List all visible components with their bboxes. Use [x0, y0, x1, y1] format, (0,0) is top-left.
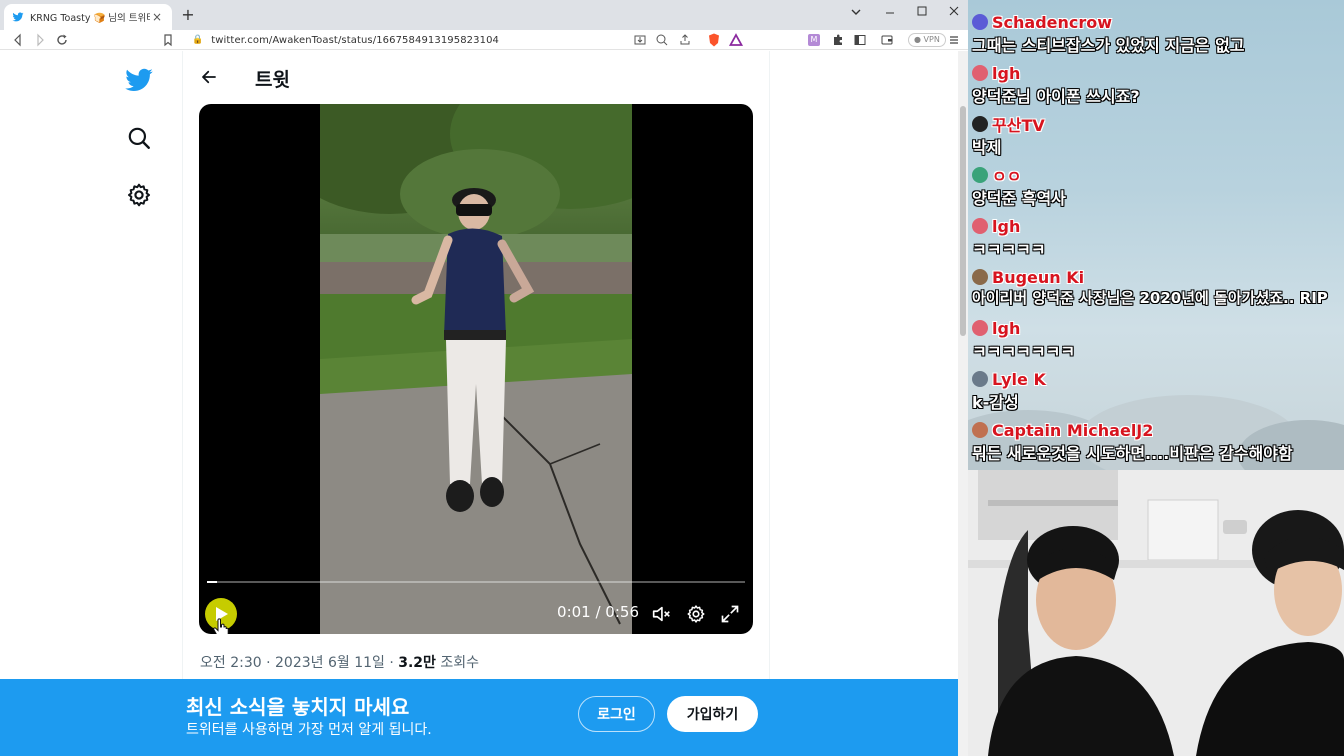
- vpn-button[interactable]: ● VPN: [908, 33, 946, 47]
- tweet-meta: 오전 2:30 · 2023년 6월 11일 · 3.2만 조회수: [200, 652, 479, 672]
- tab-search-chevron-icon[interactable]: [846, 6, 866, 20]
- chat-text: 양덕준님 아이폰 쓰시죠?: [972, 87, 1140, 106]
- settings-gear-icon[interactable]: [118, 174, 160, 216]
- chat-message: 꾸산TV 박제: [972, 114, 1344, 158]
- webcam-image: [968, 470, 1344, 756]
- chat-text: 그때는 스티브잡스가 있었지 지금은 없고: [972, 36, 1245, 55]
- twitter-favicon-icon: [12, 12, 24, 22]
- page-scrollbar[interactable]: [958, 51, 968, 756]
- chat-text: 박제: [972, 138, 1002, 157]
- video-time: 0:01 / 0:56: [557, 603, 639, 621]
- video-player[interactable]: 0:01 / 0:56: [199, 104, 753, 634]
- new-tab-button[interactable]: +: [180, 6, 196, 24]
- webcam-feed: [968, 470, 1344, 756]
- chat-username: Bugeun Ki: [992, 267, 1085, 287]
- chat-message: ㅇㅇ 양덕준 흑역사: [972, 165, 1344, 209]
- views-count: 3.2만: [398, 655, 436, 671]
- stream-chat: Schadencrow 그때는 스티브잡스가 있었지 지금은 없고 lgh 양덕…: [968, 0, 1344, 470]
- share-icon[interactable]: [677, 32, 693, 48]
- back-arrow-icon[interactable]: [195, 63, 223, 91]
- fullscreen-icon[interactable]: [717, 601, 743, 627]
- search-icon[interactable]: [118, 117, 160, 159]
- browser-toolbar: 🔒 twitter.com/AwakenToast/status/1667584…: [0, 30, 968, 50]
- video-progress-bar[interactable]: [207, 581, 745, 583]
- chat-avatar: [972, 65, 988, 81]
- browser-tab-active[interactable]: KRNG Toasty 🍞 님의 트위터: "Si ×: [4, 4, 172, 30]
- sidebar-icon[interactable]: [852, 32, 868, 48]
- chat-avatar: [972, 116, 988, 132]
- chat-message: lgh 양덕준님 아이폰 쓰시죠?: [972, 63, 1344, 107]
- chat-avatar: [972, 14, 988, 30]
- chat-username: Schadencrow: [992, 12, 1113, 32]
- chat-username: lgh: [992, 318, 1021, 338]
- banner-subtitle: 트위터를 사용하면 가장 먼저 알게 됩니다.: [186, 722, 432, 738]
- chat-message: Captain MichaelJ2 뭐든 새로운것을 시도하면....비판은 감…: [972, 420, 1344, 464]
- reload-icon[interactable]: [54, 32, 70, 48]
- browser-window: KRNG Toasty 🍞 님의 트위터: "Si × + 🔒 twitter.…: [0, 0, 968, 756]
- forward-nav-icon[interactable]: [32, 32, 48, 48]
- chat-message: Schadencrow 그때는 스티브잡스가 있었지 지금은 없고: [972, 12, 1344, 56]
- brave-shield-icon[interactable]: [706, 32, 722, 48]
- tab-strip: KRNG Toasty 🍞 님의 트위터: "Si × +: [0, 0, 968, 30]
- close-window-icon[interactable]: [942, 4, 966, 18]
- chat-message: Lyle K k-감성: [972, 369, 1344, 413]
- bookmark-icon[interactable]: [160, 32, 176, 48]
- mouse-pointer-icon: [213, 618, 229, 634]
- chat-text: 아이리버 양덕준 사장님은 2020년에 돌아가셨죠.. RIP: [972, 289, 1328, 307]
- lock-icon: 🔒: [192, 35, 204, 45]
- login-button[interactable]: 로그인: [578, 696, 655, 732]
- install-app-icon[interactable]: [632, 32, 648, 48]
- chat-username: Lyle K: [992, 369, 1046, 389]
- video-settings-gear-icon[interactable]: [683, 601, 709, 627]
- chat-username: 꾸산TV: [992, 116, 1045, 135]
- chat-text: 양덕준 흑역사: [972, 189, 1066, 208]
- chat-message: lgh ㅋㅋㅋㅋㅋㅋㅋ: [972, 318, 1344, 362]
- extension-m-icon[interactable]: M: [808, 34, 820, 46]
- chat-avatar: [972, 269, 988, 285]
- chat-username: lgh: [992, 63, 1021, 83]
- tweet-header: 트윗: [183, 51, 769, 104]
- chat-avatar: [972, 320, 988, 336]
- views-label: 조회수: [435, 655, 480, 671]
- back-nav-icon[interactable]: [10, 32, 26, 48]
- page-title: 트윗: [255, 69, 290, 91]
- zoom-icon[interactable]: [654, 32, 670, 48]
- minimize-icon[interactable]: [878, 6, 902, 20]
- video-frame-image: [320, 104, 632, 634]
- twitter-page: 트윗 0:01 / 0:56 오전 2:30 · 2023년 6월 11일 · …: [0, 51, 958, 756]
- chat-text: ㅋㅋㅋㅋㅋ: [972, 240, 1046, 259]
- chat-avatar: [972, 422, 988, 438]
- extensions-puzzle-icon[interactable]: [830, 32, 846, 48]
- video-progress-fill: [207, 581, 217, 583]
- chat-text: 뭐든 새로운것을 시도하면....비판은 감수해야함: [972, 444, 1293, 463]
- chat-avatar: [972, 218, 988, 234]
- chat-text: k-감성: [972, 393, 1019, 412]
- signup-banner: 최신 소식을 놓치지 마세요 트위터를 사용하면 가장 먼저 알게 됩니다. 로…: [0, 679, 958, 756]
- banner-title: 최신 소식을 놓치지 마세요: [186, 695, 410, 719]
- chat-avatar: [972, 371, 988, 387]
- tweet-datetime[interactable]: 오전 2:30 · 2023년 6월 11일 ·: [200, 655, 398, 671]
- wallet-icon[interactable]: [879, 32, 895, 48]
- chat-message: lgh ㅋㅋㅋㅋㅋ: [972, 216, 1344, 260]
- chat-username: ㅇㅇ: [992, 167, 1022, 186]
- brave-rewards-icon[interactable]: [728, 32, 744, 48]
- twitter-logo-icon[interactable]: [118, 59, 160, 101]
- scrollbar-thumb[interactable]: [960, 106, 966, 336]
- menu-icon[interactable]: [946, 32, 962, 48]
- screen: KRNG Toasty 🍞 님의 트위터: "Si × + 🔒 twitter.…: [0, 0, 1344, 756]
- signup-button[interactable]: 가입하기: [667, 696, 758, 732]
- address-url: twitter.com/AwakenToast/status/166758491…: [211, 34, 499, 46]
- chat-username: lgh: [992, 216, 1021, 236]
- tab-close-icon[interactable]: ×: [150, 10, 164, 24]
- chat-username: Captain MichaelJ2: [992, 420, 1154, 440]
- chat-message: Bugeun Ki 아이리버 양덕준 사장님은 2020년에 돌아가셨죠.. R…: [972, 267, 1344, 308]
- mute-icon[interactable]: [648, 601, 674, 627]
- chat-text: ㅋㅋㅋㅋㅋㅋㅋ: [972, 342, 1076, 361]
- tweet-column: 트윗 0:01 / 0:56 오전 2:30 · 2023년 6월 11일 · …: [182, 51, 770, 756]
- maximize-icon[interactable]: [910, 4, 934, 18]
- browser-tab-title: KRNG Toasty 🍞 님의 트위터: "Si: [30, 13, 150, 24]
- chat-avatar: [972, 167, 988, 183]
